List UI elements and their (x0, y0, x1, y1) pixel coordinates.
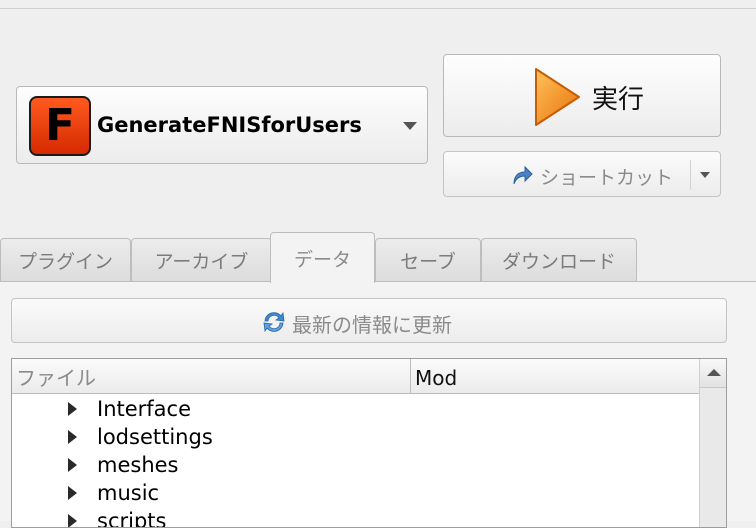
tree-row[interactable]: lodsettings (12, 423, 699, 451)
executable-selected-label: GenerateFNISforUsers (97, 113, 362, 137)
tab-downloads[interactable]: ダウンロード (481, 238, 637, 282)
data-file-tree[interactable]: ファイル Mod Interface lodsettings meshes mu… (11, 358, 727, 528)
fnis-logo-icon: F (29, 96, 91, 156)
refresh-button-label: 最新の情報に更新 (292, 313, 452, 337)
chevron-down-icon[interactable] (700, 172, 710, 178)
tree-header: ファイル Mod (12, 359, 699, 394)
fnis-logo-letter: F (44, 100, 76, 151)
expand-arrow-icon[interactable] (68, 514, 77, 527)
tree-row-label: meshes (97, 453, 179, 477)
tree-row-label: scripts (97, 509, 167, 528)
tree-rows: Interface lodsettings meshes music scrip… (12, 395, 699, 528)
refresh-button[interactable]: 最新の情報に更新 (11, 298, 727, 343)
tree-row[interactable]: Interface (12, 395, 699, 423)
column-header-mod[interactable]: Mod (411, 359, 699, 393)
window-top-edge (0, 8, 756, 9)
chevron-down-icon (403, 122, 417, 130)
column-header-file[interactable]: ファイル (12, 359, 411, 393)
data-tab-panel: 最新の情報に更新 ファイル Mod Interface lodsettings … (0, 281, 756, 528)
scroll-up-arrow-icon[interactable] (700, 359, 726, 388)
expand-arrow-icon[interactable] (68, 430, 77, 444)
tree-vertical-scrollbar[interactable] (699, 359, 726, 527)
shortcut-button[interactable]: ショートカット (443, 151, 721, 197)
tab-data[interactable]: データ (270, 232, 375, 283)
tree-row[interactable]: meshes (12, 451, 699, 479)
tree-row-label: lodsettings (97, 425, 213, 449)
tree-row[interactable]: music (12, 479, 699, 507)
tab-archives[interactable]: アーカイブ (131, 238, 272, 282)
tree-row-label: Interface (97, 397, 192, 421)
shortcut-arrow-icon (513, 165, 533, 185)
run-button-label: 実行 (592, 85, 645, 115)
tab-plugins[interactable]: プラグイン (0, 238, 131, 282)
expand-arrow-icon[interactable] (68, 402, 77, 416)
tree-row-label: music (97, 481, 160, 505)
executable-select[interactable]: F GenerateFNISforUsers (16, 86, 428, 164)
run-button[interactable]: 実行 (443, 54, 721, 137)
split-divider (690, 160, 691, 190)
refresh-icon (263, 311, 285, 333)
expand-arrow-icon[interactable] (68, 486, 77, 500)
shortcut-button-label: ショートカット (540, 167, 674, 189)
expand-arrow-icon[interactable] (68, 458, 77, 472)
tab-saves[interactable]: セーブ (375, 238, 481, 282)
play-icon (535, 68, 580, 126)
tree-row[interactable]: scripts (12, 507, 699, 528)
